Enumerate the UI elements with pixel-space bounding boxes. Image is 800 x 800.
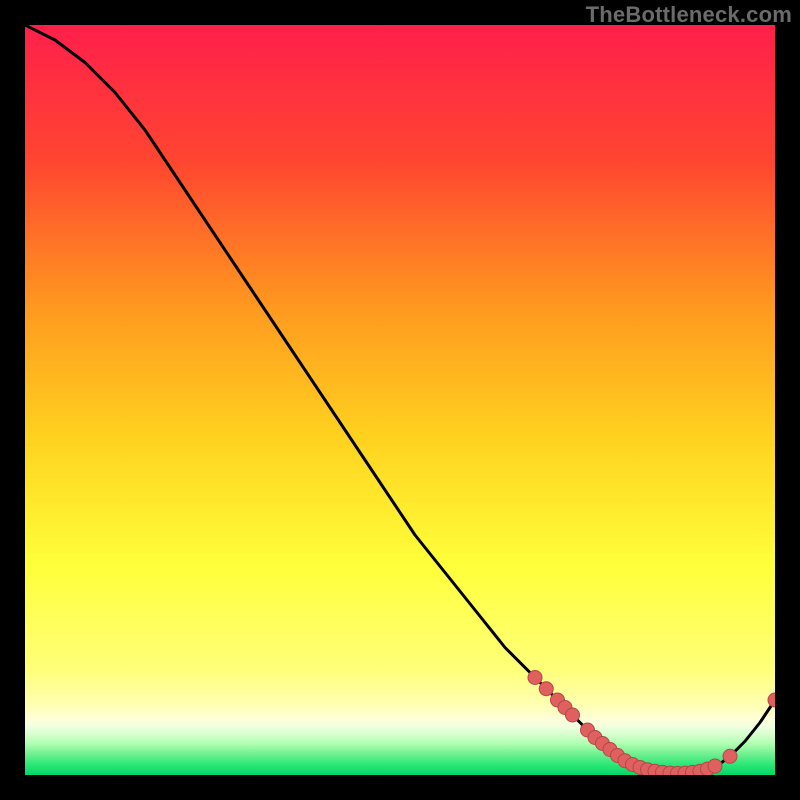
curve-marker bbox=[528, 671, 542, 685]
curve-marker bbox=[708, 759, 722, 773]
watermark-label: TheBottleneck.com bbox=[586, 2, 792, 28]
bottleneck-curve bbox=[25, 25, 775, 774]
curve-marker bbox=[566, 708, 580, 722]
chart-stage: TheBottleneck.com bbox=[0, 0, 800, 800]
plot-area bbox=[25, 25, 775, 775]
curve-marker bbox=[723, 749, 737, 763]
curve-marker bbox=[539, 682, 553, 696]
curve-marker bbox=[768, 693, 775, 707]
curve-layer bbox=[25, 25, 775, 775]
